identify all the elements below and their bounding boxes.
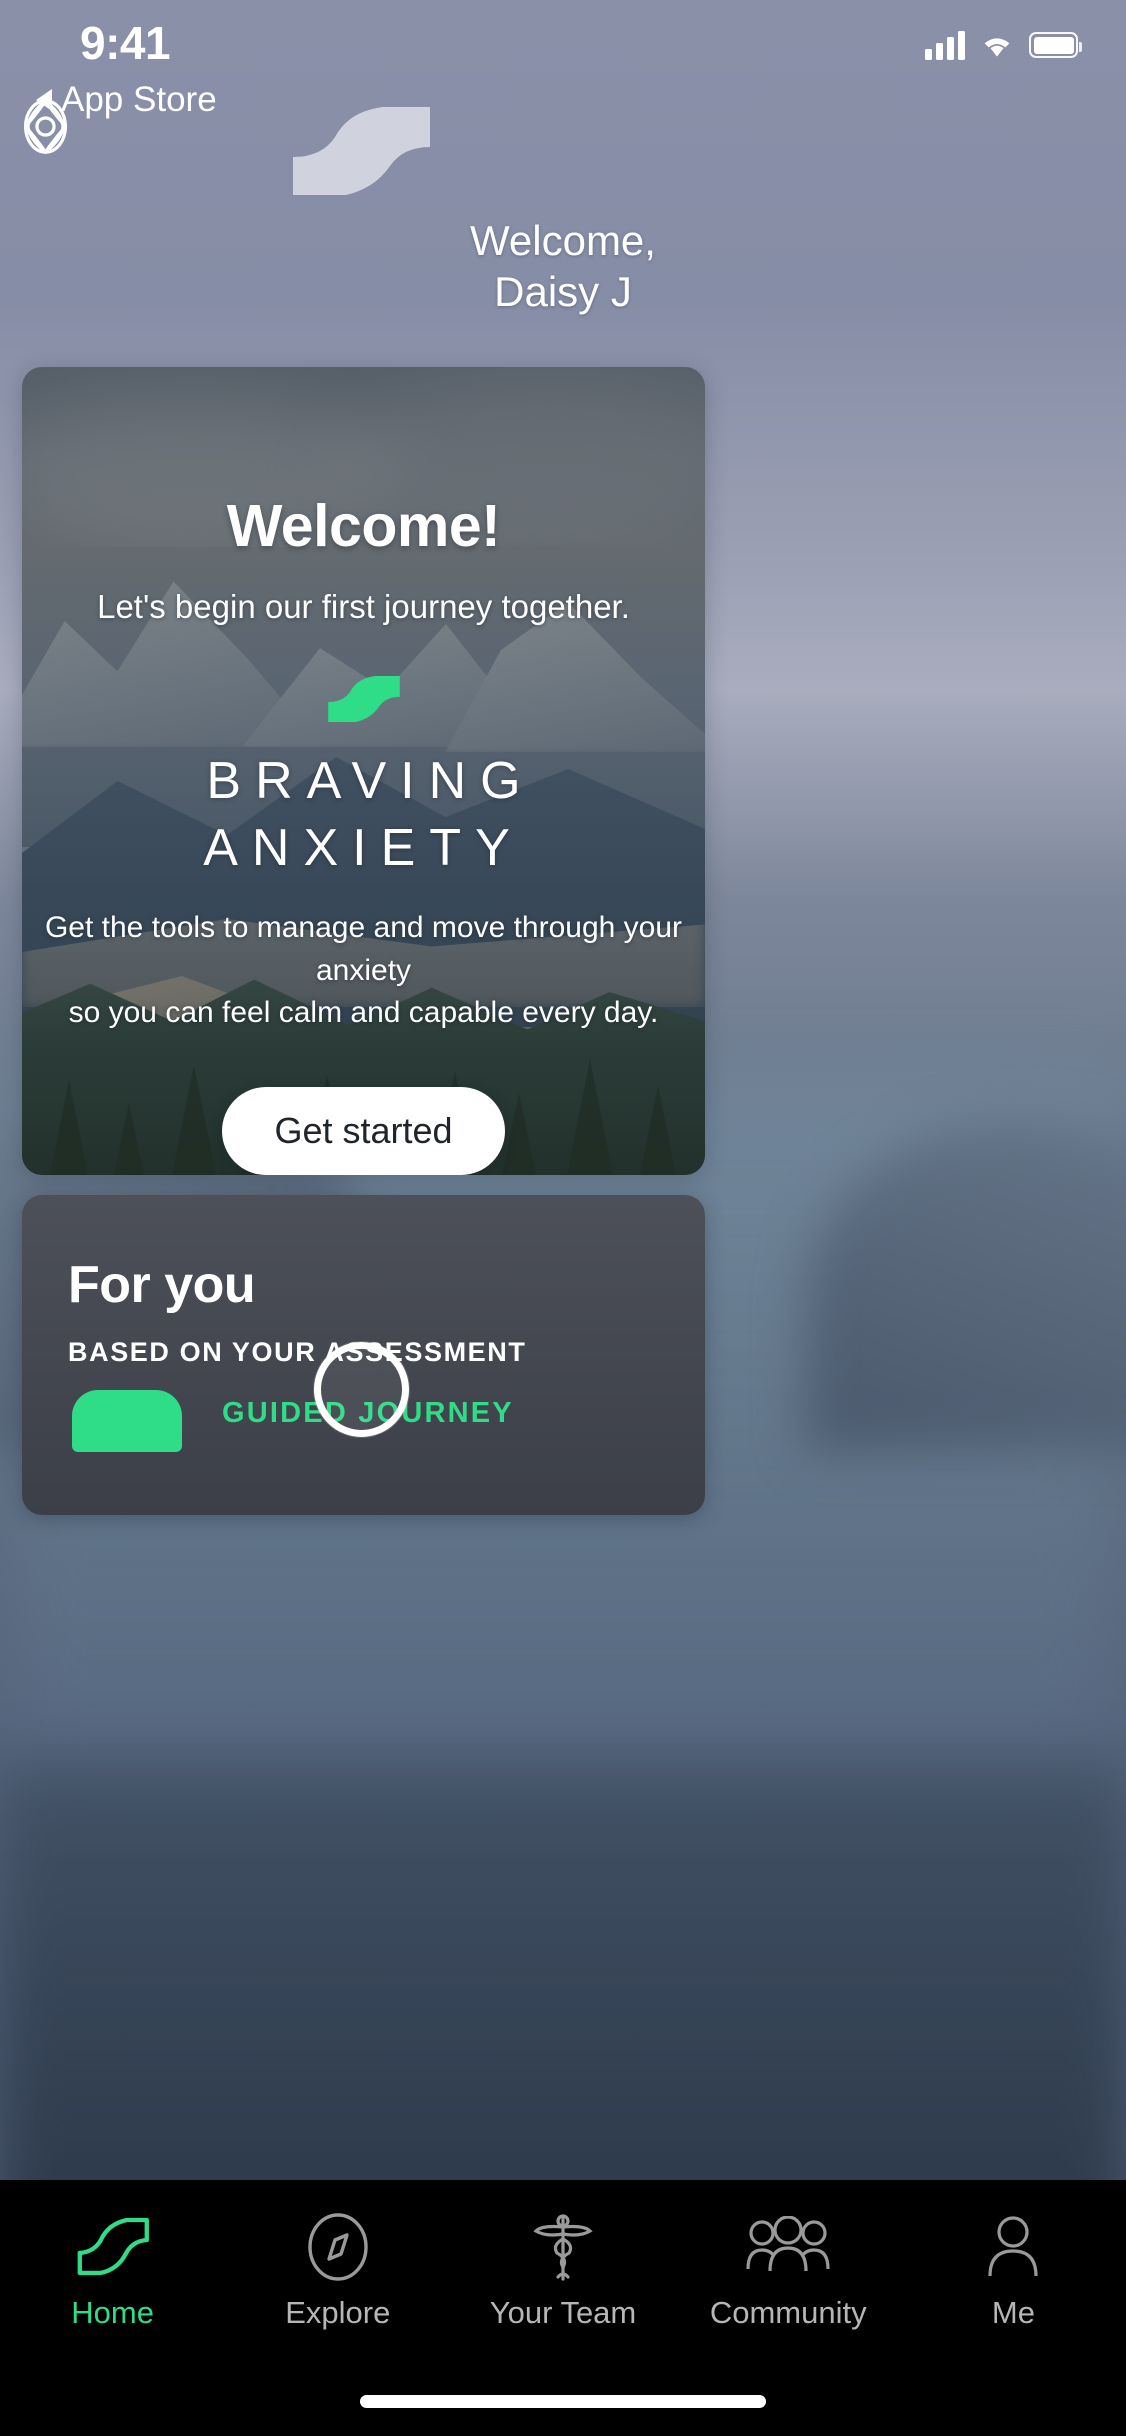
for-you-kicker: BASED ON YOUR ASSESSMENT: [68, 1337, 527, 1367]
person-icon: [985, 2208, 1041, 2286]
greeting-line-2: Daisy J: [494, 268, 632, 316]
tab-community[interactable]: Community: [676, 2208, 901, 2331]
s-curve-logo-icon: [327, 676, 400, 722]
tab-your-team-label: Your Team: [489, 2295, 637, 2330]
hero-subtitle: Let's begin our first journey together.: [97, 588, 630, 625]
home-indicator[interactable]: [360, 2395, 766, 2408]
get-started-button[interactable]: Get started: [222, 1086, 505, 1175]
caduceus-icon: [532, 2208, 594, 2286]
phone-screen: 9:41 App Store Welcome, Daisy J Welcome!…: [0, 0, 1126, 2436]
tap-highlight-ring: [314, 1342, 409, 1437]
tab-me-label: Me: [991, 2295, 1035, 2330]
status-bar-time: 9:41: [80, 17, 171, 69]
hero-description: Get the tools to manage and move through…: [44, 907, 684, 1035]
hero-description-line-2: so you can feel calm and capable every d…: [68, 996, 659, 1030]
brand-emblem-icon[interactable]: [17, 98, 74, 155]
hero-program-card[interactable]: Welcome! Let's begin our first journey t…: [22, 367, 705, 1175]
s-curve-logo-icon: [293, 107, 430, 195]
battery-icon: [1029, 32, 1082, 58]
hero-title: Welcome!: [226, 493, 501, 559]
tab-community-label: Community: [709, 2295, 867, 2330]
people-group-icon: [746, 2208, 830, 2286]
tab-home[interactable]: Home: [0, 2208, 225, 2331]
hero-description-line-1: Get the tools to manage and move through…: [44, 911, 683, 987]
for-you-title: For you: [68, 1256, 256, 1314]
green-journey-thumbnail[interactable]: [72, 1390, 182, 1452]
back-link-label: App Store: [61, 80, 217, 119]
compass-icon: [305, 2208, 371, 2286]
welcome-greeting: Welcome, Daisy J: [0, 215, 1126, 317]
status-bar-indicators: [925, 30, 1082, 60]
tab-home-label: Home: [71, 2295, 154, 2330]
cellular-signal-icon: [925, 30, 965, 60]
greeting-line-1: Welcome,: [470, 217, 656, 264]
tab-me[interactable]: Me: [901, 2208, 1126, 2331]
tab-explore[interactable]: Explore: [225, 2208, 450, 2331]
wifi-icon: [984, 37, 1010, 56]
home-wave-icon: [76, 2208, 150, 2286]
hero-program-name: BRAVING ANXIETY: [203, 751, 535, 877]
tab-your-team[interactable]: Your Team: [450, 2208, 675, 2331]
tab-explore-label: Explore: [285, 2295, 391, 2330]
